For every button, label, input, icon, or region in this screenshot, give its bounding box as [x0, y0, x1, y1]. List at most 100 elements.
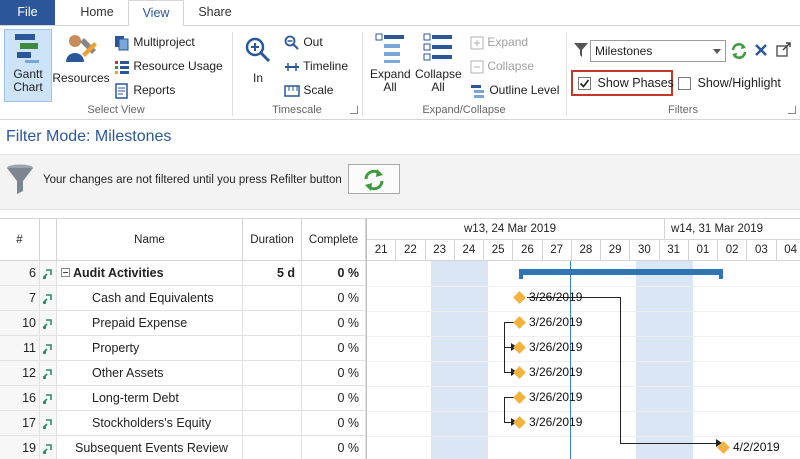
- timescale-launcher-icon[interactable]: [350, 106, 358, 114]
- collapse-toggle-icon[interactable]: [61, 268, 70, 278]
- row-complete[interactable]: 0 %: [302, 336, 366, 361]
- row-duration[interactable]: [243, 286, 302, 311]
- row-id[interactable]: 10: [0, 311, 40, 336]
- tab-share[interactable]: Share: [188, 0, 242, 25]
- row-id[interactable]: 6: [0, 261, 40, 286]
- row-id-text: 10: [22, 316, 36, 330]
- row-id[interactable]: 16: [0, 386, 40, 411]
- row-name[interactable]: Property: [57, 336, 243, 361]
- expand-all-icon: [375, 33, 404, 63]
- row-complete-text: 0 %: [337, 441, 359, 455]
- row-complete[interactable]: 0 %: [302, 386, 366, 411]
- timescale-group-label: Timescale: [272, 104, 322, 116]
- row-complete[interactable]: 0 %: [302, 361, 366, 386]
- row-duration[interactable]: [243, 311, 302, 336]
- row-name[interactable]: Subsequent Events Review: [57, 436, 243, 459]
- row-complete[interactable]: 0 %: [302, 436, 366, 459]
- row-complete[interactable]: 0 %: [302, 311, 366, 336]
- row-duration[interactable]: [243, 361, 302, 386]
- row-id[interactable]: 12: [0, 361, 40, 386]
- row-complete-text: 0 %: [337, 366, 359, 380]
- table-row[interactable]: 11 Property 0 %: [0, 336, 366, 361]
- collapse-all-button[interactable]: Collapse All: [414, 32, 462, 94]
- scale-button[interactable]: Scale: [284, 80, 333, 100]
- row-id-text: 17: [22, 416, 36, 430]
- column-header-complete[interactable]: Complete: [302, 219, 366, 261]
- tab-home[interactable]: Home: [70, 0, 124, 25]
- milestone-diamond[interactable]: [513, 291, 526, 304]
- expand-button[interactable]: Expand: [470, 32, 528, 52]
- refilter-button[interactable]: [348, 164, 400, 194]
- row-id[interactable]: 11: [0, 336, 40, 361]
- row-name[interactable]: Stockholders's Equity: [57, 411, 243, 436]
- row-duration[interactable]: [243, 411, 302, 436]
- reports-button[interactable]: Reports: [114, 80, 175, 100]
- expand-all-button[interactable]: Expand All: [368, 32, 412, 94]
- day-header: 29: [601, 240, 631, 261]
- dependency-link: [620, 297, 621, 443]
- row-name[interactable]: Audit Activities: [57, 261, 243, 286]
- row-complete[interactable]: 0 %: [302, 261, 366, 286]
- row-complete[interactable]: 0 %: [302, 411, 366, 436]
- gantt-chart-area[interactable]: w13, 24 Mar 2019 w14, 31 Mar 2019 21 22 23…: [366, 218, 800, 459]
- link-indicator-icon: [42, 443, 52, 454]
- show-phases-checkbox[interactable]: Show Phases: [578, 73, 674, 93]
- multiproject-label: Multiproject: [133, 35, 195, 49]
- row-id[interactable]: 19: [0, 436, 40, 459]
- row-gridline: [367, 286, 800, 287]
- row-duration[interactable]: [243, 336, 302, 361]
- task-name-text: Cash and Equivalents: [92, 291, 214, 305]
- task-name-text: Stockholders's Equity: [92, 416, 212, 430]
- link-indicator-icon: [42, 368, 52, 379]
- table-row[interactable]: 10 Prepaid Expense 0 %: [0, 311, 366, 336]
- milestone-diamond[interactable]: [513, 316, 526, 329]
- column-header-indicators[interactable]: [40, 219, 57, 261]
- row-complete-text: 0 %: [337, 316, 359, 330]
- row-name[interactable]: Cash and Equivalents: [57, 286, 243, 311]
- expand-label: Expand: [487, 35, 529, 49]
- outline-level-button[interactable]: Outline Level: [470, 80, 559, 100]
- table-row[interactable]: 7 Cash and Equivalents 0 %: [0, 286, 366, 311]
- row-name[interactable]: Long-term Debt: [57, 386, 243, 411]
- table-row[interactable]: 19 Subsequent Events Review 0 %: [0, 436, 366, 459]
- filters-launcher-icon[interactable]: [788, 106, 796, 114]
- resource-usage-button[interactable]: Resource Usage: [114, 56, 223, 76]
- row-name[interactable]: Prepaid Expense: [57, 311, 243, 336]
- row-id[interactable]: 7: [0, 286, 40, 311]
- timeline-button[interactable]: Timeline: [284, 56, 348, 76]
- column-header-id[interactable]: #: [0, 219, 40, 261]
- column-header-name[interactable]: Name: [57, 219, 243, 261]
- row-complete[interactable]: 0 %: [302, 286, 366, 311]
- row-indicator: [40, 311, 57, 336]
- show-highlight-checkbox[interactable]: Show/Highlight: [678, 73, 781, 93]
- collapse-button[interactable]: Collapse: [470, 56, 534, 76]
- row-duration[interactable]: [243, 386, 302, 411]
- multiproject-button[interactable]: Multiproject: [114, 32, 195, 52]
- resources-button[interactable]: Resources: [52, 32, 110, 85]
- zoom-in-button[interactable]: In: [240, 36, 276, 85]
- day-header: 01: [688, 240, 718, 261]
- gantt-chart-button[interactable]: Gantt Chart: [4, 32, 52, 94]
- tab-view[interactable]: View: [128, 0, 184, 26]
- table-row[interactable]: 6 Audit Activities 5 d 0 %: [0, 261, 366, 286]
- column-header-duration[interactable]: Duration: [243, 219, 302, 261]
- table-row[interactable]: 17 Stockholders's Equity 0 %: [0, 411, 366, 436]
- table-row[interactable]: 16 Long-term Debt 0 %: [0, 386, 366, 411]
- show-phases-label: Show Phases: [597, 76, 674, 90]
- row-id[interactable]: 17: [0, 411, 40, 436]
- summary-bar[interactable]: [519, 269, 723, 279]
- filter-edit-icon[interactable]: [776, 42, 792, 58]
- milestone-date-label: 3/26/2019: [529, 365, 583, 379]
- row-duration[interactable]: [243, 436, 302, 459]
- tab-file[interactable]: File: [0, 0, 55, 25]
- milestone-diamond[interactable]: [513, 391, 526, 404]
- row-name[interactable]: Other Assets: [57, 361, 243, 386]
- clear-filter-icon[interactable]: [754, 43, 768, 57]
- row-duration[interactable]: 5 d: [243, 261, 302, 286]
- table-row[interactable]: 12 Other Assets 0 %: [0, 361, 366, 386]
- row-indicator: [40, 361, 57, 386]
- refilter-small-icon[interactable]: [730, 42, 748, 60]
- row-id-text: 12: [22, 366, 36, 380]
- zoom-out-button[interactable]: Out: [284, 32, 323, 52]
- filter-select[interactable]: Milestones: [590, 40, 726, 62]
